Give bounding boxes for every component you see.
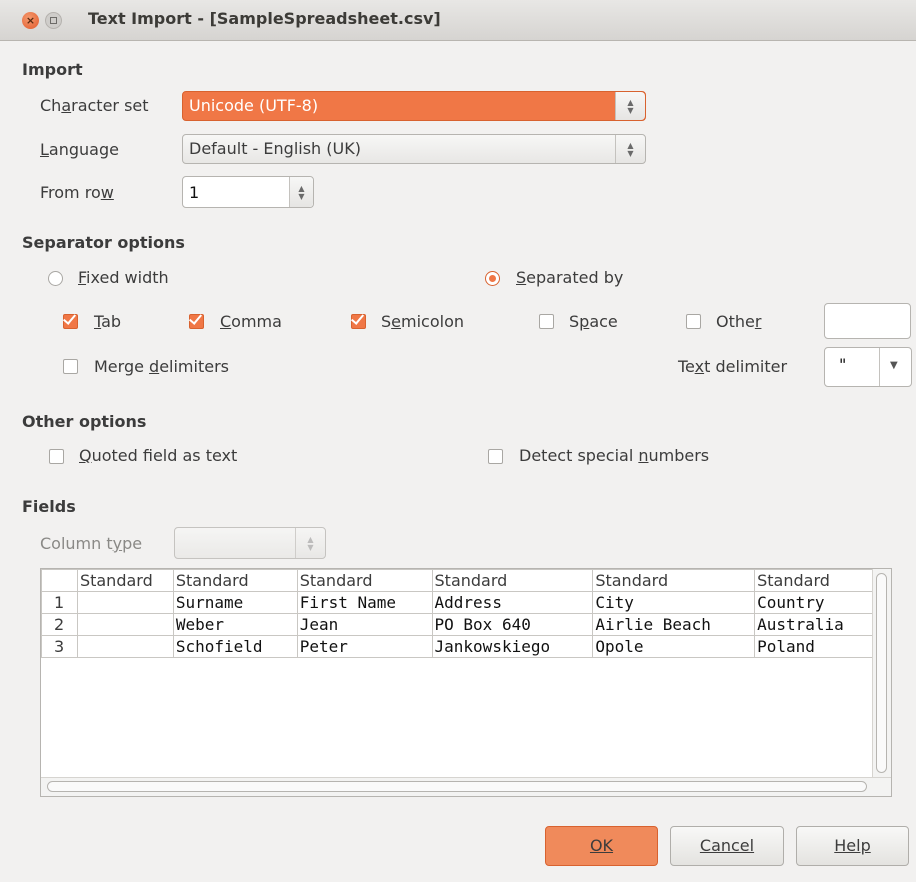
corner-cell — [41, 569, 78, 592]
down-arrow-icon: ▼ — [627, 149, 634, 158]
table-cell[interactable]: Address — [431, 591, 594, 614]
separated-by-label[interactable]: Separated by — [516, 268, 623, 287]
charset-label: Character set — [40, 96, 149, 115]
comma-checkbox[interactable] — [189, 314, 204, 329]
preview-table: Standard Standard Standard Standard Stan… — [41, 569, 879, 658]
row-number: 1 — [41, 591, 78, 614]
vertical-scrollbar[interactable] — [872, 569, 891, 778]
detect-numbers-label[interactable]: Detect special numbers — [519, 446, 709, 465]
text-delimiter-label: Text delimiter — [678, 357, 788, 376]
table-cell[interactable]: PO Box 640 — [431, 613, 594, 636]
table-row: 3 Schofield Peter Jankowskiego Opole Pol… — [41, 635, 879, 658]
table-cell[interactable]: First Name — [296, 591, 433, 614]
detect-numbers-checkbox[interactable] — [488, 449, 503, 464]
text-delimiter-combo[interactable]: " ▼ — [824, 347, 912, 387]
semicolon-label[interactable]: Semicolon — [381, 312, 464, 331]
fields-heading: Fields — [22, 497, 76, 516]
table-cell[interactable]: Airlie Beach — [592, 613, 756, 636]
table-cell[interactable]: Weber — [172, 613, 298, 636]
quoted-field-label[interactable]: Quoted field as text — [79, 446, 237, 465]
tab-checkbox[interactable] — [63, 314, 78, 329]
chevron-down-icon: ▼ — [890, 360, 898, 371]
window-title: Text Import - [SampleSpreadsheet.csv] — [88, 9, 441, 28]
import-heading: Import — [22, 60, 83, 79]
separator-heading: Separator options — [22, 233, 185, 252]
row-number: 3 — [41, 635, 78, 658]
tab-label[interactable]: Tab — [94, 312, 121, 331]
fromrow-spin[interactable]: ▲ ▼ — [289, 177, 313, 207]
table-cell[interactable]: Peter — [296, 635, 433, 658]
row-number: 2 — [41, 613, 78, 636]
table-cell[interactable]: Australia — [754, 613, 879, 636]
text-delimiter-dropdown[interactable]: ▼ — [879, 348, 911, 386]
table-cell[interactable] — [76, 613, 174, 636]
maximize-icon[interactable] — [45, 12, 62, 29]
ok-button[interactable]: OK — [545, 826, 658, 866]
language-spin[interactable]: ▲ ▼ — [615, 135, 645, 163]
column-type-combo[interactable]: ▲ ▼ — [174, 527, 326, 559]
column-type-spin[interactable]: ▲ ▼ — [295, 528, 325, 558]
help-button[interactable]: Help — [796, 826, 909, 866]
language-label: Language — [40, 140, 119, 159]
charset-value: Unicode (UTF-8) — [189, 96, 319, 115]
column-type-label: Column type — [40, 534, 143, 553]
other-label[interactable]: Other — [716, 312, 761, 331]
other-options-heading: Other options — [22, 412, 147, 431]
horizontal-scrollbar[interactable] — [41, 777, 891, 796]
language-value: Default - English (UK) — [189, 139, 361, 158]
cancel-button[interactable]: Cancel — [670, 826, 784, 866]
separated-by-radio[interactable] — [485, 271, 500, 286]
down-arrow-icon: ▼ — [627, 106, 634, 115]
table-cell[interactable]: Opole — [592, 635, 756, 658]
table-row: 1 Surname First Name Address City Countr… — [41, 591, 879, 614]
text-delimiter-value: " — [839, 355, 847, 374]
vertical-scroll-thumb[interactable] — [876, 573, 887, 773]
space-label[interactable]: Space — [569, 312, 618, 331]
quoted-field-checkbox[interactable] — [49, 449, 64, 464]
fromrow-stepper[interactable]: 1 ▲ ▼ — [182, 176, 314, 208]
down-arrow-icon: ▼ — [307, 543, 314, 552]
column-header[interactable]: Standard — [76, 569, 174, 592]
table-cell[interactable]: Poland — [754, 635, 879, 658]
charset-spin[interactable]: ▲ ▼ — [615, 92, 645, 120]
table-cell[interactable]: Jean — [296, 613, 433, 636]
column-header[interactable]: Standard — [296, 569, 433, 592]
fromrow-label: From row — [40, 183, 114, 202]
column-header[interactable]: Standard — [431, 569, 594, 592]
table-cell[interactable]: Schofield — [172, 635, 298, 658]
ok-label: OK — [589, 836, 614, 855]
table-row: 2 Weber Jean PO Box 640 Airlie Beach Aus… — [41, 613, 879, 636]
table-cell[interactable]: City — [592, 591, 756, 614]
merge-delimiters-checkbox[interactable] — [63, 359, 78, 374]
column-header[interactable]: Standard — [754, 569, 879, 592]
table-cell[interactable]: Surname — [172, 591, 298, 614]
fixed-width-label[interactable]: Fixed width — [78, 268, 169, 287]
title-bar: × Text Import - [SampleSpreadsheet.csv] — [0, 0, 916, 41]
preview-grid[interactable]: Standard Standard Standard Standard Stan… — [40, 568, 892, 797]
table-cell[interactable]: Jankowskiego — [431, 635, 594, 658]
close-icon[interactable]: × — [22, 12, 39, 29]
down-arrow-icon: ▼ — [298, 192, 305, 201]
column-header[interactable]: Standard — [172, 569, 298, 592]
table-cell[interactable] — [76, 591, 174, 614]
semicolon-checkbox[interactable] — [351, 314, 366, 329]
column-header[interactable]: Standard — [592, 569, 756, 592]
language-combo[interactable]: Default - English (UK) ▲ ▼ — [182, 134, 646, 164]
table-header-row: Standard Standard Standard Standard Stan… — [41, 569, 879, 592]
fixed-width-radio[interactable] — [48, 271, 63, 286]
fromrow-value: 1 — [189, 183, 200, 202]
help-label: Help — [834, 836, 871, 855]
table-cell[interactable] — [76, 635, 174, 658]
other-checkbox[interactable] — [686, 314, 701, 329]
table-cell[interactable]: Country — [754, 591, 879, 614]
other-field[interactable] — [824, 303, 911, 339]
space-checkbox[interactable] — [539, 314, 554, 329]
charset-combo[interactable]: Unicode (UTF-8) ▲ ▼ — [182, 91, 646, 121]
comma-label[interactable]: Comma — [220, 312, 282, 331]
cancel-label: Cancel — [699, 836, 755, 855]
merge-delimiters-label[interactable]: Merge delimiters — [94, 357, 229, 376]
horizontal-scroll-thumb[interactable] — [47, 781, 867, 792]
